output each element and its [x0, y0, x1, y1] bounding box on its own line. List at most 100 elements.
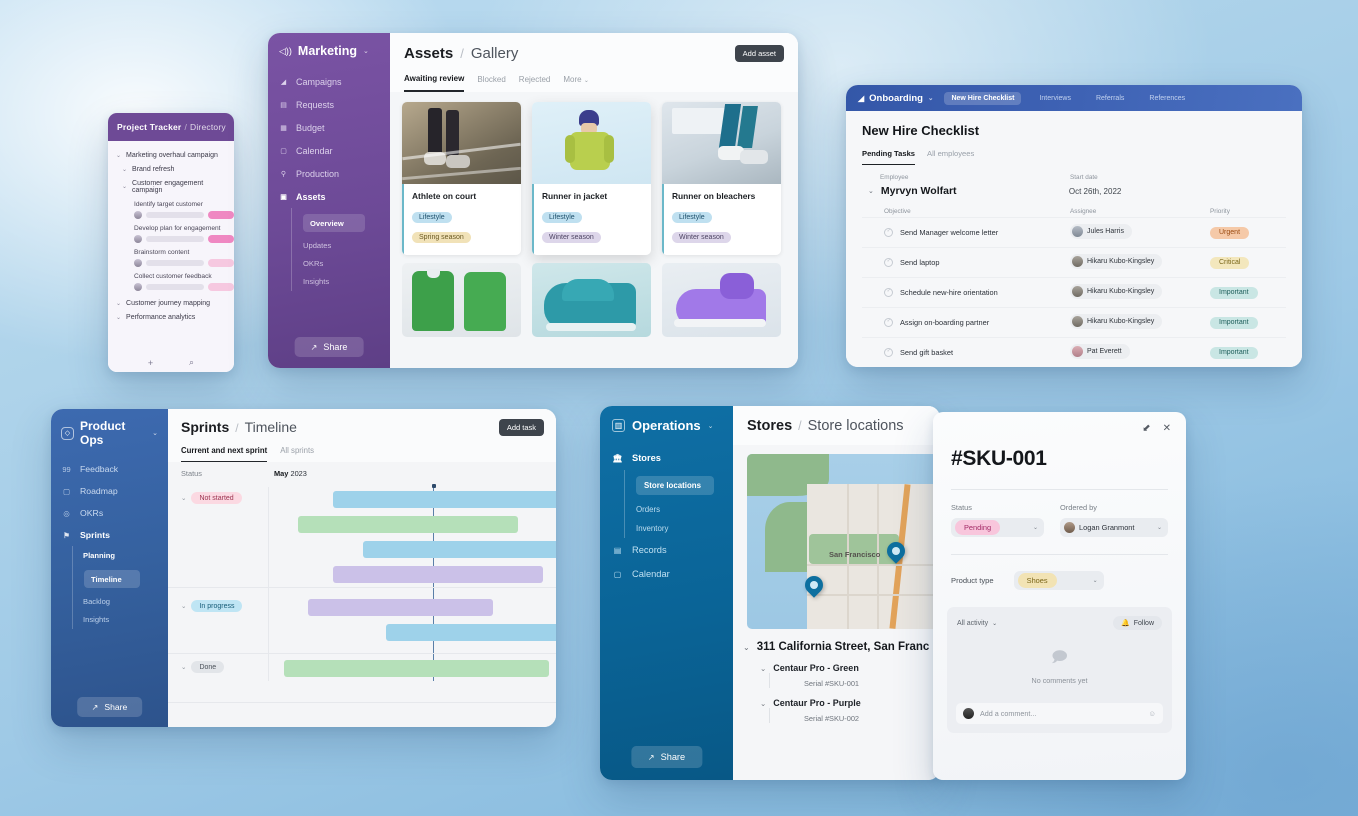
gantt-group-in-progress[interactable]: ⌄ In progress	[181, 600, 243, 612]
gantt-bar[interactable]	[284, 660, 549, 677]
comment-input[interactable]: Add a comment... ☺	[956, 703, 1163, 724]
sidebar-subitem-planning[interactable]: Planning	[73, 546, 168, 564]
chevron-down-icon[interactable]: ⌄	[760, 664, 766, 673]
tracker-group-row[interactable]: ⌄ Brand refresh	[108, 162, 234, 176]
checkbox-icon[interactable]	[884, 228, 893, 237]
sidebar-item-calendar[interactable]: ▢ Calendar	[268, 139, 390, 162]
employee-row[interactable]: ⌄ Myrvyn Wolfart Oct 26th, 2022	[862, 183, 1286, 204]
tracker-task[interactable]: Develop plan for engagement	[108, 221, 234, 245]
tab-current-and-next-sprint[interactable]: Current and next sprint	[181, 446, 268, 462]
asset-card[interactable]: Runner in jacket Lifestyle Winter season	[532, 102, 651, 255]
gantt-bar[interactable]	[363, 541, 556, 558]
tab-rejected[interactable]: Rejected	[519, 75, 551, 91]
tracker-task[interactable]: Collect customer feedback	[108, 269, 234, 293]
tracker-group-row[interactable]: ⌄ Performance analytics	[108, 311, 234, 325]
share-button[interactable]: ↗ Share	[294, 337, 364, 357]
tracker-task[interactable]: Brainstorm content	[108, 245, 234, 269]
product-ops-brand[interactable]: ◇ Product Ops ⌄	[51, 419, 168, 458]
store-address-row[interactable]: ⌄ 311 California Street, San Franc	[743, 641, 940, 653]
sidebar-subitem-updates[interactable]: Updates	[292, 237, 390, 255]
sidebar-subitem-timeline[interactable]: Timeline	[84, 570, 140, 588]
task-assignee[interactable]: Hikaru Kubo-Kingsley	[1070, 253, 1210, 272]
gantt-bar[interactable]	[333, 566, 543, 583]
checkbox-icon[interactable]	[884, 258, 893, 267]
tracker-group-row[interactable]: ⌄ Marketing overhaul campaign	[108, 148, 234, 162]
sidebar-subitem-store-locations[interactable]: Store locations	[636, 476, 714, 495]
store-locations-map[interactable]: San Francisco	[747, 454, 940, 629]
tracker-task[interactable]: Identify target customer	[108, 197, 234, 221]
sidebar-subitem-insights[interactable]: Insights	[73, 611, 168, 629]
sidebar-item-production[interactable]: ⚲ Production	[268, 162, 390, 185]
chevron-down-icon[interactable]: ⌄	[116, 300, 121, 307]
chevron-down-icon[interactable]: ⌄	[116, 152, 121, 159]
sidebar-item-assets[interactable]: ▣ Assets	[268, 185, 390, 208]
tab-blocked[interactable]: Blocked	[477, 75, 505, 91]
checkbox-icon[interactable]	[884, 288, 893, 297]
close-icon[interactable]: ✕	[1163, 423, 1171, 434]
sidebar-subitem-overview[interactable]: Overview	[303, 214, 365, 232]
sidebar-item-records[interactable]: ▤ Records	[600, 538, 733, 562]
breadcrumb-section[interactable]: Assets	[404, 45, 453, 62]
status-select[interactable]: Pending ⌄	[951, 518, 1044, 537]
product-serial[interactable]: Serial #SKU-002	[769, 708, 940, 723]
sidebar-item-sprints[interactable]: ⚑ Sprints	[51, 524, 168, 546]
tab-awaiting-review[interactable]: Awaiting review	[404, 74, 465, 92]
onboarding-brand[interactable]: ◢ Onboarding ⌄	[858, 93, 933, 104]
sidebar-subitem-okrs[interactable]: OKRs	[292, 255, 390, 273]
tab-referrals[interactable]: Referrals	[1089, 92, 1131, 105]
breadcrumb-section[interactable]: Sprints	[181, 419, 229, 435]
ordered-by-select[interactable]: Logan Granmont ⌄	[1060, 518, 1168, 537]
chevron-down-icon[interactable]: ⌄	[868, 187, 874, 195]
add-task-button[interactable]: Add task	[498, 419, 544, 436]
task-assignee[interactable]: Hikaru Kubo-Kingsley	[1070, 283, 1210, 302]
tab-more[interactable]: More ⌄	[563, 75, 589, 91]
asset-card[interactable]: Runner on bleachers Lifestyle Winter sea…	[662, 102, 781, 255]
green-polo-shirts-thumbnail[interactable]	[402, 263, 521, 337]
sidebar-item-feedback[interactable]: 99 Feedback	[51, 458, 168, 480]
emoji-icon[interactable]: ☺	[1148, 709, 1156, 718]
sidebar-item-budget[interactable]: ▦ Budget	[268, 116, 390, 139]
product-row[interactable]: ⌄ Centaur Pro - Purple	[743, 688, 940, 708]
gantt-bar[interactable]	[298, 516, 518, 533]
sidebar-item-campaigns[interactable]: ◢ Campaigns	[268, 70, 390, 93]
chevron-down-icon[interactable]: ⌄	[743, 643, 750, 652]
table-row[interactable]: Assign on-boarding partner Hikaru Kubo-K…	[862, 307, 1286, 337]
breadcrumb-section[interactable]: Stores	[747, 418, 792, 434]
product-row[interactable]: ⌄ Centaur Pro - Green	[743, 653, 940, 673]
chevron-down-icon[interactable]: ⌄	[760, 699, 766, 708]
search-icon[interactable]: ⌕	[189, 357, 194, 368]
gantt-group-done[interactable]: ⌄ Done	[181, 661, 225, 673]
add-asset-button[interactable]: Add asset	[734, 45, 784, 62]
task-assignee[interactable]: Pat Everett	[1070, 343, 1210, 362]
sidebar-item-stores[interactable]: 🏛 Stores	[600, 446, 733, 470]
table-row[interactable]: Send gift basket Pat Everett Important	[862, 337, 1286, 367]
table-row[interactable]: Schedule new-hire orientation Hikaru Kub…	[862, 277, 1286, 307]
gantt-bar[interactable]	[333, 491, 556, 508]
activity-filter-select[interactable]: All activity ⌄	[957, 620, 997, 627]
teal-sneaker-thumbnail[interactable]	[532, 263, 651, 337]
tab-pending-tasks[interactable]: Pending Tasks	[862, 149, 916, 165]
tab-all-employees[interactable]: All employees	[927, 149, 974, 165]
chevron-down-icon[interactable]: ⌄	[363, 47, 369, 55]
follow-button[interactable]: 🔔 Follow	[1113, 616, 1162, 630]
gantt-group-not-started[interactable]: ⌄ Not started	[181, 492, 242, 504]
sidebar-subitem-backlog[interactable]: Backlog	[73, 593, 168, 611]
sidebar-item-requests[interactable]: ▤ Requests	[268, 93, 390, 116]
sidebar-item-okrs[interactable]: ◎ OKRs	[51, 502, 168, 524]
share-button[interactable]: ↗ Share	[76, 697, 143, 717]
tab-new-hire-checklist[interactable]: New Hire Checklist	[944, 91, 1022, 105]
chevron-down-icon[interactable]: ⌄	[181, 602, 186, 610]
chevron-down-icon[interactable]: ⌄	[181, 663, 186, 671]
tab-references[interactable]: References	[1142, 92, 1192, 105]
table-row[interactable]: Send laptop Hikaru Kubo-Kingsley Critica…	[862, 247, 1286, 277]
chevron-down-icon[interactable]: ⌄	[708, 422, 714, 430]
add-icon[interactable]: +	[148, 358, 153, 368]
chevron-down-icon[interactable]: ⌄	[181, 494, 186, 502]
tab-interviews[interactable]: Interviews	[1032, 92, 1078, 105]
share-button[interactable]: ↗ Share	[630, 746, 703, 768]
tracker-group-row[interactable]: ⌄ Customer engagement campaign	[108, 176, 234, 197]
purple-sneaker-thumbnail[interactable]	[662, 263, 781, 337]
marketing-brand[interactable]: ◁)) Marketing ⌄	[268, 44, 390, 70]
sidebar-subitem-orders[interactable]: Orders	[625, 500, 733, 519]
product-serial[interactable]: Serial #SKU-001	[769, 673, 940, 688]
